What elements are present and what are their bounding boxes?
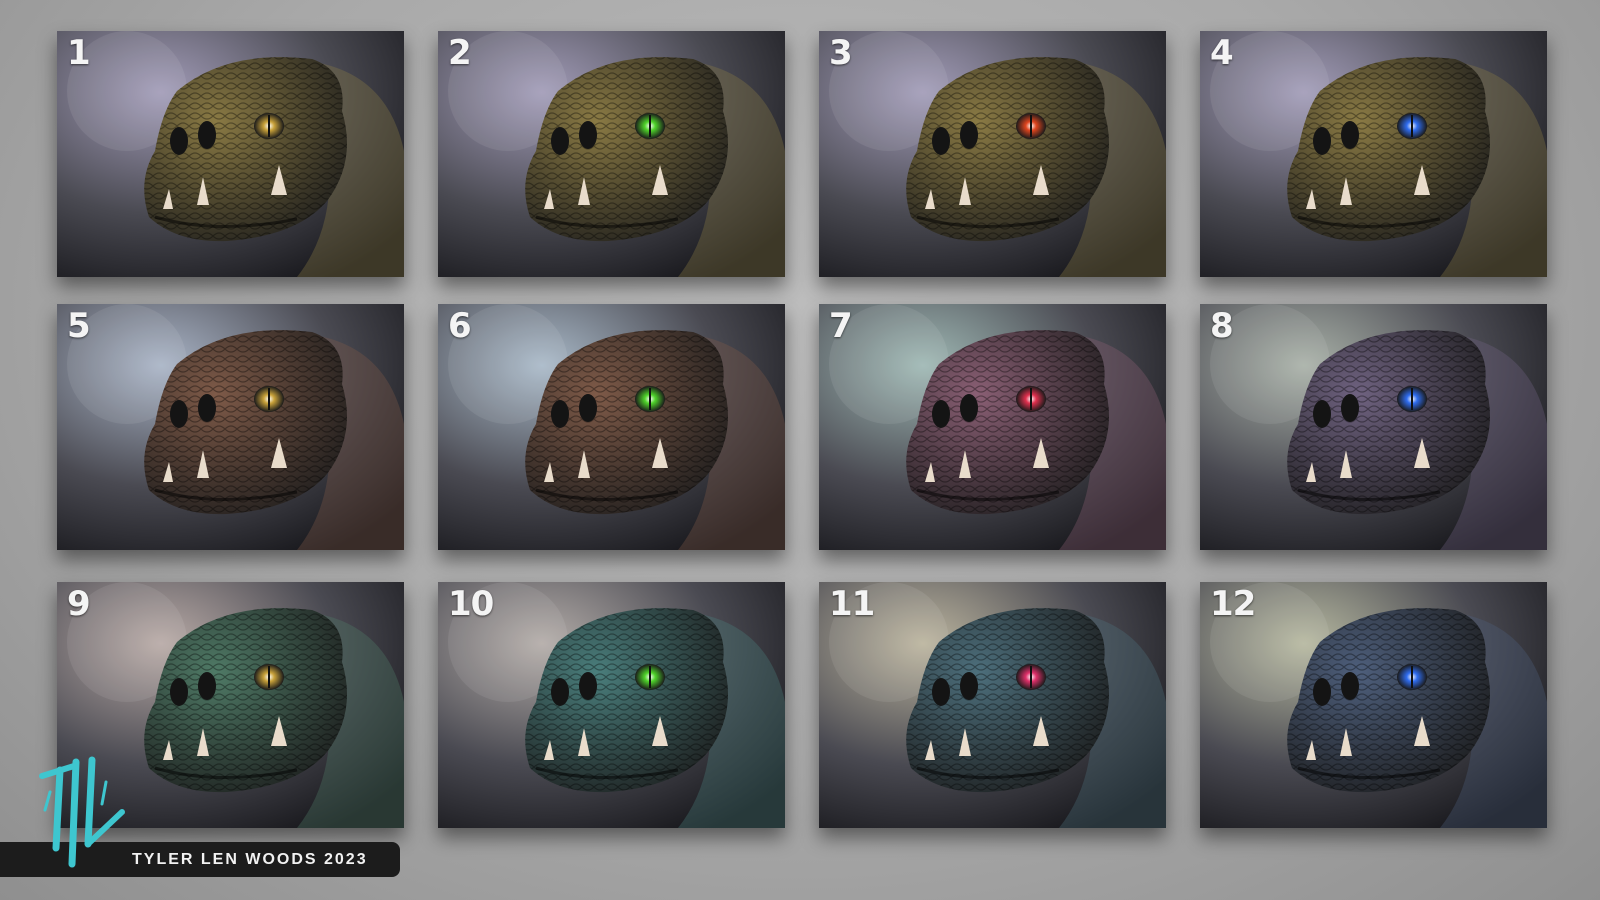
artwork-tile: 12 — [1200, 582, 1547, 828]
artwork-tile: 2 — [438, 31, 785, 277]
tile-number: 7 — [829, 306, 853, 346]
artwork-tile: 5 — [57, 304, 404, 550]
tile-number: 9 — [67, 584, 91, 624]
creature-head-image — [57, 304, 404, 550]
artwork-tile: 4 — [1200, 31, 1547, 277]
creature-head-image — [1200, 31, 1547, 277]
tile-number: 12 — [1210, 584, 1256, 624]
creature-head-image — [57, 31, 404, 277]
artwork-tile: 6 — [438, 304, 785, 550]
tile-number: 5 — [67, 306, 91, 346]
creature-head-image — [819, 304, 1166, 550]
creature-head-image — [1200, 304, 1547, 550]
color-variations-grid: 1 2 3 4 5 6 7 8 9 10 11 12 — [0, 0, 1600, 900]
creature-head-image — [438, 31, 785, 277]
artwork-tile: 7 — [819, 304, 1166, 550]
tlw-monogram-logo-icon — [39, 756, 125, 868]
creature-head-image — [819, 31, 1166, 277]
tile-number: 8 — [1210, 306, 1234, 346]
tile-number: 2 — [448, 33, 472, 73]
tile-number: 11 — [829, 584, 875, 624]
artwork-tile: 10 — [438, 582, 785, 828]
artwork-tile: 1 — [57, 31, 404, 277]
tile-number: 10 — [448, 584, 494, 624]
artist-credit: TYLER LEN WOODS 2023 — [132, 851, 368, 868]
creature-head-image — [438, 304, 785, 550]
artwork-tile: 11 — [819, 582, 1166, 828]
tile-number: 4 — [1210, 33, 1234, 73]
tile-number: 3 — [829, 33, 853, 73]
artwork-tile: 3 — [819, 31, 1166, 277]
tile-number: 1 — [67, 33, 91, 73]
tile-number: 6 — [448, 306, 472, 346]
artwork-tile: 8 — [1200, 304, 1547, 550]
